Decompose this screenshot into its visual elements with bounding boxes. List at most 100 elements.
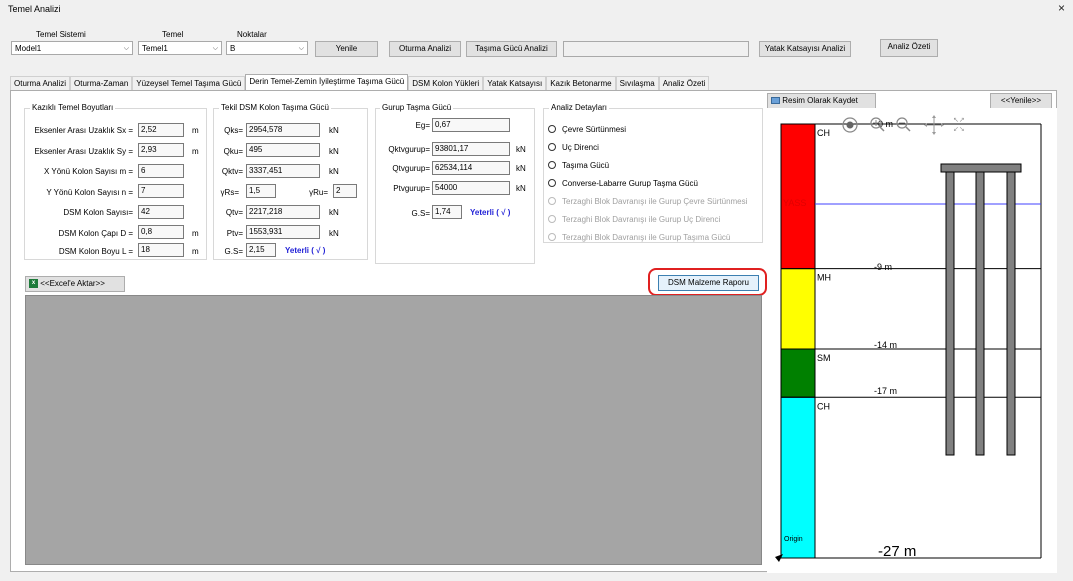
resim-kaydet-button[interactable]: Resim Olarak Kaydet bbox=[767, 93, 876, 109]
m-label: X Yönü Kolon Sayısı m = bbox=[43, 167, 133, 176]
status-field bbox=[563, 41, 749, 57]
m-field[interactable]: 6 bbox=[138, 164, 184, 178]
ptvgurup-label: Ptvgurup= bbox=[393, 184, 430, 193]
yass-label: YASS bbox=[783, 198, 806, 208]
option-tasima-gucu[interactable]: Taşıma Gücü bbox=[562, 161, 609, 170]
temel-sistemi-value: Model1 bbox=[15, 44, 42, 53]
tab-oturma-zaman[interactable]: Oturma-Zaman bbox=[70, 76, 133, 90]
sx-label: Eksenler Arası Uzaklık Sx = bbox=[34, 126, 133, 135]
qtvgurup-field[interactable]: 62534,114 bbox=[432, 161, 510, 175]
qku-field[interactable]: 495 bbox=[246, 143, 320, 157]
gs-field[interactable]: 2,15 bbox=[246, 243, 276, 257]
yrs-field[interactable]: 1,5 bbox=[246, 184, 276, 198]
fit-icon[interactable]: ↖↗ ↙↘ bbox=[953, 116, 965, 133]
ptv-field[interactable]: 1553,931 bbox=[246, 225, 320, 239]
tab-oturma-analizi[interactable]: Oturma Analizi bbox=[10, 76, 71, 90]
yenile-button[interactable]: Yenile bbox=[315, 41, 378, 57]
tab-analiz-ozeti[interactable]: Analiz Özeti bbox=[658, 76, 710, 90]
analiz-ozeti-button[interactable]: Analiz Özeti bbox=[880, 39, 938, 57]
tab-kazik-betonarme[interactable]: Kazık Betonarme bbox=[546, 76, 616, 90]
option-converse-labarre[interactable]: Converse-Labarre Gurup Taşma Gücü bbox=[562, 179, 698, 188]
tab-yatak-katsayisi[interactable]: Yatak Katsayısı bbox=[483, 76, 547, 90]
origin-label: Origin bbox=[784, 536, 803, 543]
oturma-analizi-button[interactable]: Oturma Analizi bbox=[389, 41, 461, 57]
qktv-field[interactable]: 3337,451 bbox=[246, 164, 320, 178]
tab-dsm-kolon-yukleri[interactable]: DSM Kolon Yükleri bbox=[408, 76, 484, 90]
qtv-unit: kN bbox=[329, 208, 339, 217]
yenile-right-button[interactable]: <<Yenile>> bbox=[990, 93, 1052, 109]
radio-tasima-gucu[interactable] bbox=[548, 161, 556, 169]
radio-cevre-surtunmesi[interactable] bbox=[548, 125, 556, 133]
tab-sivilasma[interactable]: Sıvılaşma bbox=[615, 76, 659, 90]
sy-field[interactable]: 2,93 bbox=[138, 143, 184, 157]
l-field[interactable]: 18 bbox=[138, 243, 184, 257]
n-field[interactable]: 7 bbox=[138, 184, 184, 198]
qtv-field[interactable]: 2217,218 bbox=[246, 205, 320, 219]
option-terzaghi-tasima: Terzaghi Blok Davranışı ile Gurup Taşıma… bbox=[562, 233, 731, 242]
qks-field[interactable]: 2954,578 bbox=[246, 123, 320, 137]
ptv-unit: kN bbox=[329, 229, 339, 238]
analiz-title: Analiz Detayları bbox=[549, 103, 610, 112]
soil-layer-3 bbox=[780, 348, 816, 398]
radio-converse-labarre[interactable] bbox=[548, 179, 556, 187]
qktv-label: Qktv= bbox=[221, 167, 243, 176]
grup-gs-field[interactable]: 1,74 bbox=[432, 205, 462, 219]
radio-uc-direnci[interactable] bbox=[548, 143, 556, 151]
tab-derin-temel[interactable]: Derin Temel-Zemin İyileştirme Taşıma Güc… bbox=[245, 74, 409, 90]
pile-2 bbox=[975, 171, 985, 456]
excel-export-button[interactable]: x <<Excel'e Aktar>> bbox=[25, 276, 125, 292]
ptvgurup-unit: kN bbox=[516, 184, 526, 193]
tasima-gucu-analizi-button[interactable]: Taşıma Gücü Analizi bbox=[466, 41, 557, 57]
yru-field[interactable]: 2 bbox=[333, 184, 357, 198]
report-area bbox=[25, 295, 762, 565]
radio-terzaghi-uc bbox=[548, 215, 556, 223]
soil-layer-2 bbox=[780, 268, 816, 350]
dsm-count-field[interactable]: 42 bbox=[138, 205, 184, 219]
d-label: DSM Kolon Çapı D = bbox=[58, 229, 133, 238]
kazikli-title: Kazıklı Temel Boyutları bbox=[30, 103, 116, 112]
chevron-down-icon: ⌵ bbox=[123, 45, 129, 52]
ptvgurup-field[interactable]: 54000 bbox=[432, 181, 510, 195]
d-unit: m bbox=[192, 229, 199, 238]
qks-unit: kN bbox=[329, 126, 339, 135]
qtv-label: Qtv= bbox=[225, 208, 243, 217]
tab-bar: Oturma Analizi Oturma-Zaman Yüzeysel Tem… bbox=[10, 74, 710, 90]
soil-layer-label-4: CH bbox=[817, 401, 830, 411]
depth-label-17: -17 m bbox=[874, 386, 897, 396]
radio-terzaghi-cevre bbox=[548, 197, 556, 205]
depth-label-9: -9 m bbox=[874, 262, 892, 272]
noktalar-select[interactable]: B ⌵ bbox=[226, 41, 308, 55]
soil-profile: CHMHSMCH YASS 0 m -9 m -14 m -17 m -27 m… bbox=[767, 108, 1057, 573]
option-cevre-surtunmesi[interactable]: Çevre Sürtünmesi bbox=[562, 125, 626, 134]
grup-gs-status: Yeterli ( √ ) bbox=[470, 208, 511, 217]
yatak-katsayisi-analizi-button[interactable]: Yatak Katsayısı Analizi bbox=[759, 41, 851, 57]
qktvgurup-label: Qktvgurup= bbox=[388, 145, 430, 154]
depth-label-14: -14 m bbox=[874, 340, 897, 350]
pile-cap bbox=[940, 163, 1022, 173]
temel-sistemi-select[interactable]: Model1 ⌵ bbox=[11, 41, 133, 55]
sy-label: Eksenler Arası Uzaklık Sy = bbox=[34, 147, 133, 156]
resim-kaydet-label: Resim Olarak Kaydet bbox=[782, 96, 858, 105]
noktalar-label: Noktalar bbox=[237, 30, 267, 39]
svg-text:↖↗: ↖↗ bbox=[953, 116, 965, 124]
l-unit: m bbox=[192, 247, 199, 256]
excel-export-label: <<Excel'e Aktar>> bbox=[40, 279, 105, 288]
qktvgurup-field[interactable]: 93801,17 bbox=[432, 142, 510, 156]
noktalar-value: B bbox=[230, 44, 236, 53]
d-field[interactable]: 0,8 bbox=[138, 225, 184, 239]
chevron-down-icon: ⌵ bbox=[298, 45, 304, 52]
close-icon[interactable]: × bbox=[1058, 1, 1065, 15]
option-uc-direnci[interactable]: Uç Direnci bbox=[562, 143, 599, 152]
temel-select[interactable]: Temel1 ⌵ bbox=[138, 41, 222, 55]
n-label: Y Yönü Kolon Sayısı n = bbox=[46, 188, 133, 197]
eg-field[interactable]: 0,67 bbox=[432, 118, 510, 132]
sx-field[interactable]: 2,52 bbox=[138, 123, 184, 137]
l-label: DSM Kolon Boyu L = bbox=[58, 247, 133, 256]
dsm-malzeme-raporu-button[interactable]: DSM Malzeme Raporu bbox=[658, 275, 759, 291]
temel-value: Temel1 bbox=[142, 44, 168, 53]
tab-yuzeysel-temel[interactable]: Yüzeysel Temel Taşıma Gücü bbox=[132, 76, 246, 90]
option-terzaghi-uc: Terzaghi Blok Davranışı ile Gurup Uç Dir… bbox=[562, 215, 721, 224]
temel-label: Temel bbox=[162, 30, 184, 39]
soil-layer-1 bbox=[780, 123, 816, 270]
window-title: Temel Analizi bbox=[8, 4, 61, 14]
